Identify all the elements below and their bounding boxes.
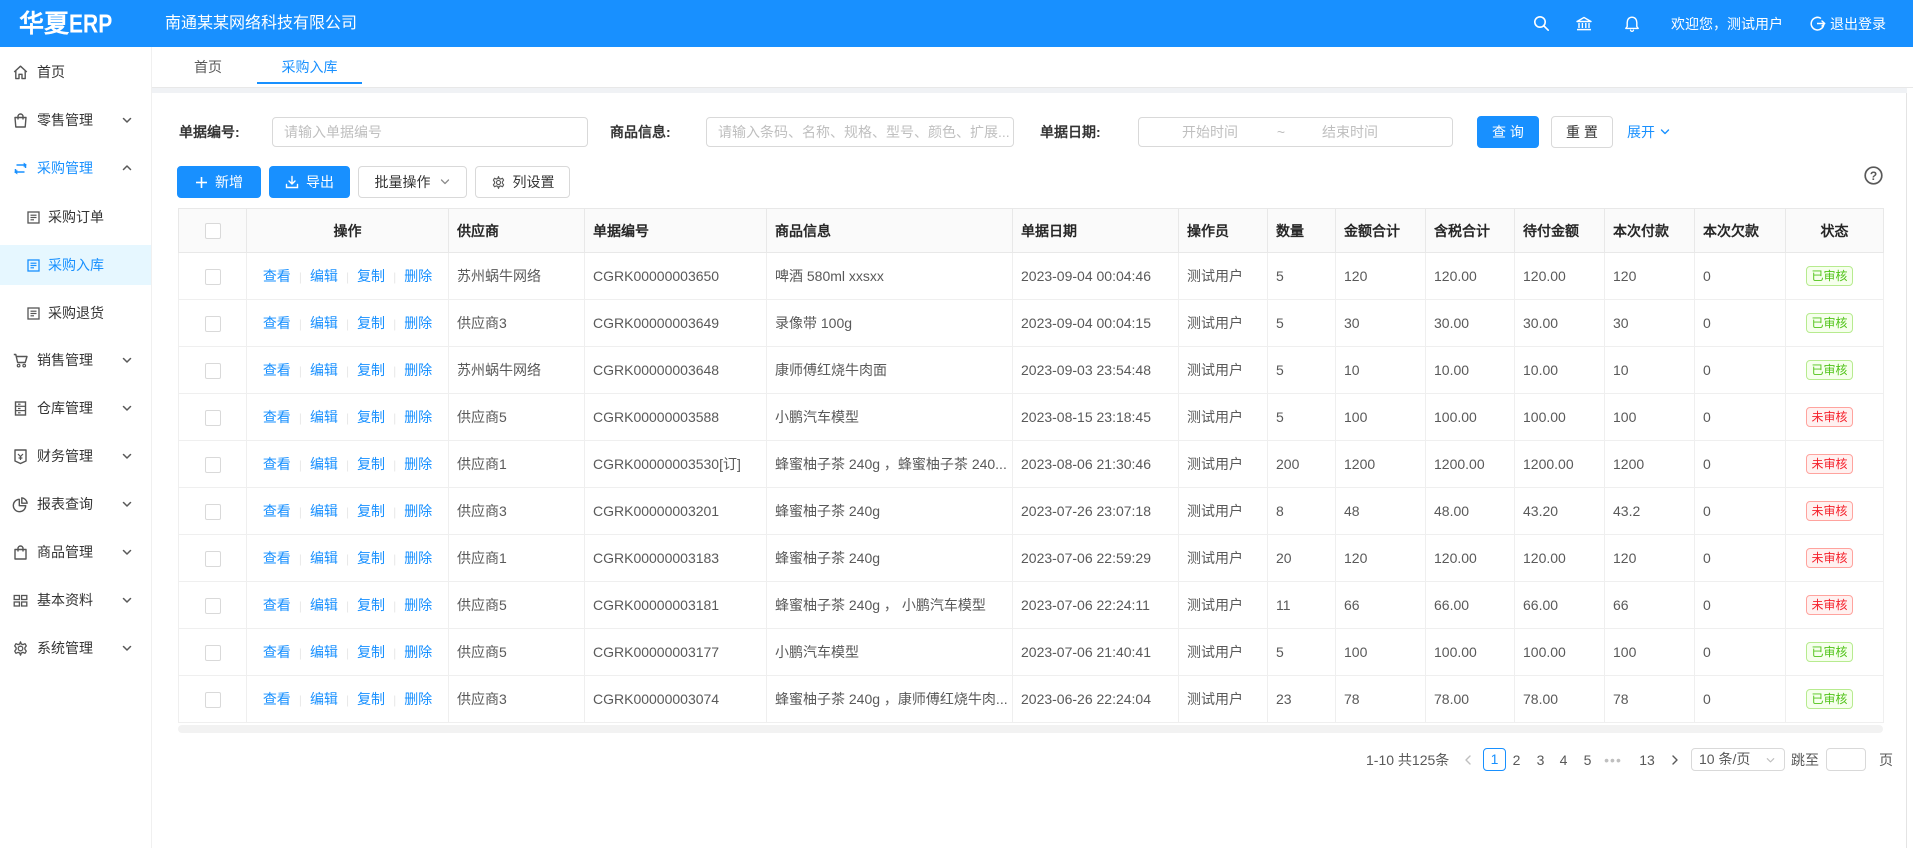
svg-text:?: ? — [1870, 169, 1877, 183]
